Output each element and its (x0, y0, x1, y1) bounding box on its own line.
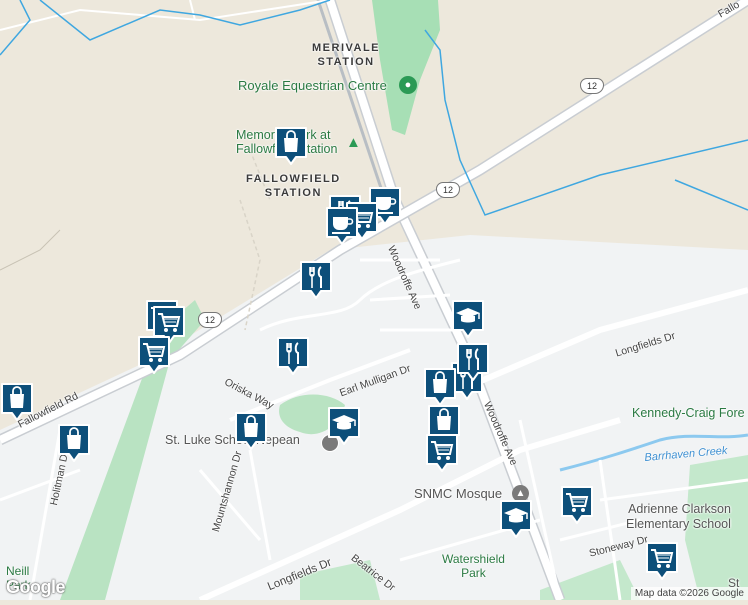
coffee-icon (326, 207, 358, 245)
fallowfield-station-label[interactable]: FALLOWFIELD STATION (246, 172, 341, 200)
shopping-bag-icon (424, 368, 456, 406)
restaurant-icon (457, 343, 489, 381)
map-canvas[interactable]: 12 12 12 MERIVALE STATION Royale Equestr… (0, 0, 748, 603)
adrienne-clarkson-line1: Adrienne Clarkson (628, 502, 731, 516)
route-12-shield: 12 (198, 312, 222, 328)
poi-marker-school[interactable] (327, 406, 361, 446)
watershield-park-label[interactable]: Watershield Park (442, 552, 505, 580)
route-12-shield: 12 (436, 182, 460, 198)
poi-marker-cart[interactable] (560, 485, 594, 525)
school-icon (452, 300, 484, 338)
merivale-station-label[interactable]: MERIVALE STATION (312, 41, 380, 69)
google-logo: Google (6, 577, 66, 597)
equestrian-park (372, 0, 440, 135)
watershield-park-line2: Park (461, 566, 486, 580)
adrienne-clarkson-line2: Elementary School (626, 517, 731, 531)
school-icon (500, 500, 532, 538)
poi-marker-shopping-bag[interactable] (0, 382, 34, 422)
royale-equestrian-label[interactable]: Royale Equestrian Centre (238, 78, 387, 93)
merivale-station-line1: MERIVALE (312, 42, 381, 54)
st-luke-school-label[interactable]: St. Luke School Nepean (165, 433, 300, 447)
kennedy-craig-label[interactable]: Kennedy-Craig Fore (632, 406, 745, 420)
shopping-bag-icon (58, 424, 90, 462)
poi-marker-cart[interactable] (645, 541, 679, 581)
route-12-shield: 12 (580, 78, 604, 94)
poi-marker-shopping-bag[interactable] (423, 367, 457, 407)
poi-marker-restaurant[interactable] (456, 342, 490, 382)
watershield-park-line1: Watershield (442, 552, 505, 566)
merivale-station-line2: STATION (317, 56, 375, 68)
map-attribution: Map data ©2026 Google (630, 587, 748, 600)
tree-icon: ▲ (346, 134, 361, 151)
poi-marker-cart[interactable] (137, 335, 171, 375)
neill-park-line1: Neill (6, 564, 30, 578)
poi-marker-shopping-bag[interactable] (57, 423, 91, 463)
cart-icon (138, 336, 170, 374)
poi-marker-coffee[interactable] (325, 206, 359, 246)
snmc-mosque-label[interactable]: SNMC Mosque (414, 486, 502, 501)
cart-icon (561, 486, 593, 524)
fallowfield-station-line2: STATION (264, 187, 322, 199)
adrienne-clarkson-label[interactable]: Adrienne Clarkson Elementary School (626, 502, 731, 532)
poi-marker-restaurant[interactable] (299, 260, 333, 300)
cart-icon (426, 434, 458, 472)
shopping-bag-icon (275, 127, 307, 165)
poi-marker-shopping-bag[interactable] (274, 126, 308, 166)
poi-marker-shopping-bag[interactable] (234, 411, 268, 451)
shopping-bag-icon (1, 383, 33, 421)
shopping-bag-icon (235, 412, 267, 450)
restaurant-icon (300, 261, 332, 299)
restaurant-icon (277, 337, 309, 375)
poi-marker-restaurant[interactable] (276, 336, 310, 376)
school-icon (328, 407, 360, 445)
map-pin-icon[interactable]: ● (399, 76, 417, 94)
fallowfield-station-line1: FALLOWFIELD (246, 173, 341, 185)
poi-marker-cart[interactable] (425, 433, 459, 473)
poi-marker-school[interactable] (499, 499, 533, 539)
poi-marker-school[interactable] (451, 299, 485, 339)
cart-icon (646, 542, 678, 580)
